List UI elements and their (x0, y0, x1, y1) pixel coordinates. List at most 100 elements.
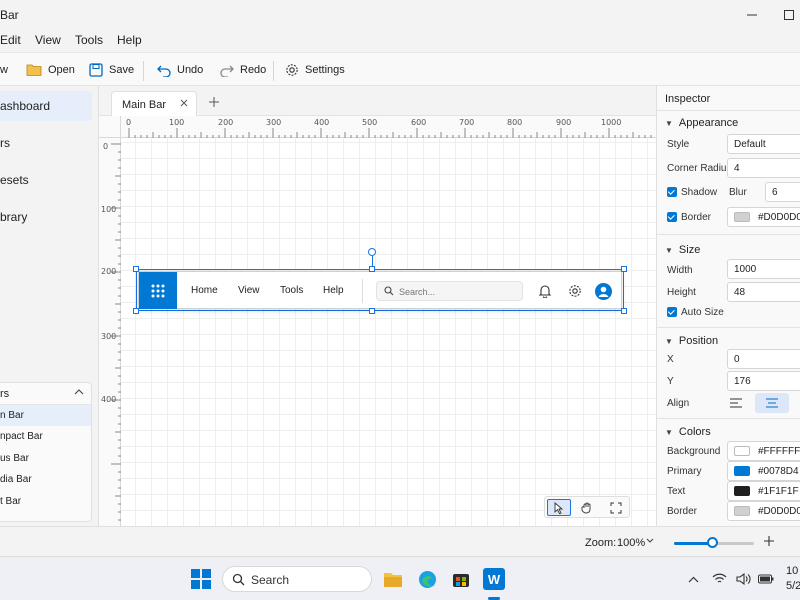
resize-handle[interactable] (621, 308, 627, 314)
save-button[interactable]: Save (89, 60, 134, 80)
store-button[interactable] (450, 568, 472, 590)
app-notifications-button[interactable] (536, 282, 554, 300)
width-field[interactable]: 1000 (727, 259, 800, 279)
battery-icon[interactable] (758, 571, 774, 587)
app-nav-help[interactable]: Help (323, 285, 344, 296)
toolbar: w Open Save Undo Redo Settings (0, 52, 800, 86)
border-checkbox[interactable] (667, 212, 677, 222)
section-position[interactable]: ▼ Position (665, 335, 718, 347)
app-nav-tools[interactable]: Tools (280, 285, 303, 296)
redo-button[interactable]: Redo (220, 60, 266, 80)
zoom-in-button[interactable] (764, 533, 774, 550)
y-field[interactable]: 176 (727, 371, 800, 391)
app-profile-button[interactable] (594, 282, 612, 300)
volume-icon[interactable] (735, 571, 751, 587)
app-nav-home[interactable]: Home (191, 285, 218, 296)
settings-button[interactable]: Settings (285, 60, 345, 80)
auto-size-checkbox[interactable] (667, 307, 677, 317)
sidebar-item-layers[interactable]: rs (0, 128, 92, 158)
resize-handle[interactable] (133, 266, 139, 272)
text-color-field[interactable]: #1F1F1F (727, 481, 800, 501)
undo-button[interactable]: Undo (157, 60, 203, 80)
app-search-input[interactable] (399, 285, 517, 298)
zoom-slider-thumb[interactable] (706, 537, 718, 548)
height-field[interactable]: 48 (727, 282, 800, 302)
sidebar-item-dashboard[interactable]: ashboard (0, 91, 92, 121)
start-button[interactable] (190, 568, 212, 590)
resize-handle[interactable] (369, 308, 375, 314)
close-icon[interactable] (180, 98, 188, 110)
layer-item[interactable]: npact Bar (0, 426, 91, 447)
layer-item[interactable]: dia Bar (0, 469, 91, 490)
clock-time[interactable]: 10 (786, 565, 798, 577)
word-app-button[interactable]: W (483, 568, 505, 590)
clock-date[interactable]: 5/2 (786, 580, 800, 592)
primary-color-field[interactable]: #0078D4 (727, 461, 800, 481)
border-color-field[interactable]: #D0D0D0 (727, 207, 800, 227)
app-bar-preview[interactable]: Home View Tools Help (138, 271, 622, 309)
resize-handle[interactable] (133, 308, 139, 314)
rotation-handle[interactable] (368, 248, 376, 256)
sidebar-item-library[interactable]: brary (0, 202, 92, 232)
blur-field[interactable]: 6 (765, 182, 800, 202)
app-search-box[interactable] (376, 281, 523, 301)
chevron-down-icon[interactable] (646, 536, 654, 546)
layer-item[interactable]: n Bar (0, 405, 91, 426)
title-bar: Bar (0, 0, 800, 30)
minimize-button[interactable] (742, 5, 762, 25)
zoom-value[interactable]: 100% (617, 537, 645, 549)
pan-tool-button[interactable] (575, 499, 599, 516)
section-size[interactable]: ▼ Size (665, 244, 700, 256)
open-button[interactable]: Open (26, 60, 75, 80)
app-launcher-button[interactable] (139, 272, 177, 309)
x-label: X (667, 354, 674, 365)
resize-handle[interactable] (621, 266, 627, 272)
wifi-icon[interactable] (711, 571, 727, 587)
x-field[interactable]: 0 (727, 349, 800, 369)
tab-main-bar[interactable]: Main Bar (111, 91, 197, 117)
shadow-checkbox[interactable] (667, 187, 677, 197)
ruler-label: 0 (126, 118, 132, 127)
text-color-label: Text (667, 486, 686, 497)
layer-item[interactable]: t Bar (0, 491, 91, 512)
layer-item[interactable]: us Bar (0, 448, 91, 469)
blur-label: Blur (729, 187, 747, 198)
align-left-button[interactable] (719, 393, 753, 413)
color-swatch (734, 212, 750, 222)
chevron-up-icon[interactable] (685, 571, 701, 587)
section-colors[interactable]: ▼ Colors (665, 426, 711, 438)
align-center-button[interactable] (755, 393, 789, 413)
app-nav-view[interactable]: View (238, 285, 260, 296)
inspector-panel: Inspector ▼ Appearance Style Default Cor… (656, 86, 800, 526)
background-color-field[interactable]: #FFFFFF (727, 441, 800, 461)
app-settings-button[interactable] (566, 282, 584, 300)
sidebar-item-presets[interactable]: esets (0, 165, 92, 195)
style-label: Style (667, 139, 690, 150)
edge-browser-button[interactable] (416, 568, 438, 590)
corner-radius-field[interactable]: 4 (727, 158, 800, 178)
section-appearance[interactable]: ▼ Appearance (665, 117, 738, 129)
border-color-field-2[interactable]: #D0D0D0 (727, 501, 800, 521)
new-button[interactable]: w (0, 60, 8, 80)
window-title: Bar (0, 8, 19, 22)
primary-color-value: #0078D4 (758, 465, 799, 477)
resize-handle[interactable] (369, 266, 375, 272)
maximize-button[interactable] (779, 5, 799, 25)
section-divider (657, 234, 800, 235)
fit-screen-button[interactable] (604, 499, 628, 516)
chevron-up-icon[interactable] (74, 388, 84, 399)
file-explorer-button[interactable] (382, 568, 404, 590)
menu-help[interactable]: Help (117, 33, 142, 47)
new-tab-button[interactable] (209, 94, 219, 110)
menu-tools[interactable]: Tools (75, 33, 103, 47)
taskbar-search[interactable]: Search (222, 566, 372, 592)
design-canvas[interactable] (121, 138, 657, 526)
width-value: 1000 (734, 263, 757, 275)
layers-header[interactable]: rs (0, 383, 92, 405)
menu-edit[interactable]: Edit (0, 33, 21, 47)
edge-browser-icon (418, 570, 436, 588)
select-tool-button[interactable] (547, 499, 571, 516)
menu-view[interactable]: View (35, 33, 61, 47)
ruler-label: 900 (556, 118, 572, 127)
style-select[interactable]: Default (727, 134, 800, 154)
